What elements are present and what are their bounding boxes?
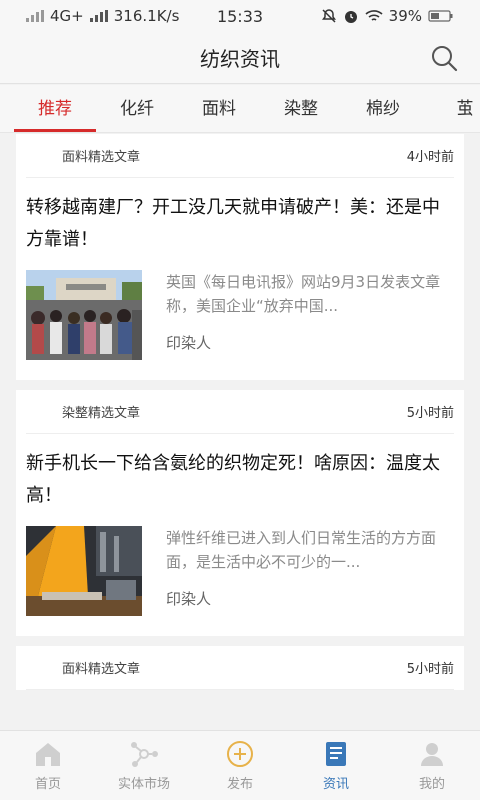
mute-icon <box>321 9 336 23</box>
bottom-nav: 首页 实体市场 发布 资讯 我的 <box>0 730 480 800</box>
battery-icon <box>428 10 453 22</box>
market-icon <box>131 742 158 767</box>
tab-dyeing[interactable]: 染整 <box>260 85 342 132</box>
article-card[interactable]: 染整精选文章 5小时前 新手机长一下给含氨纶的织物定死！啥原因：温度太高！ 弹性… <box>16 390 464 636</box>
app-header: 纺织资讯 <box>0 32 480 84</box>
article-meta: 染整精选文章 5小时前 <box>26 390 454 434</box>
article-source: 印染人 <box>166 590 212 608</box>
article-time: 5小时前 <box>406 662 454 677</box>
article-thumbnail[interactable] <box>26 270 142 360</box>
article-category: 面料精选文章 <box>62 662 141 677</box>
nav-market[interactable]: 实体市场 <box>96 731 192 800</box>
publish-icon <box>227 741 253 767</box>
nav-home-label: 首页 <box>34 777 61 792</box>
news-icon <box>326 742 346 766</box>
tab-cocoon[interactable]: 茧 <box>424 85 480 132</box>
tab-fabric[interactable]: 面料 <box>178 85 260 132</box>
article-summary: 英国《每日电讯报》网站9月3日发表文章称，美国企业“放弃中国... <box>166 273 441 315</box>
article-source: 印染人 <box>166 334 212 352</box>
search-icon[interactable] <box>430 44 458 72</box>
profile-icon <box>421 743 443 766</box>
article-category: 染整精选文章 <box>62 406 141 421</box>
article-meta: 面料精选文章 5小时前 <box>26 646 454 690</box>
nav-profile-label: 我的 <box>418 777 445 792</box>
wifi-icon <box>365 10 383 21</box>
page-title: 纺织资讯 <box>200 47 280 71</box>
article-text: 弹性纤维已进入到人们日常生活的方方面面，是生活中必不可少的一... 印染人 <box>166 526 454 616</box>
alarm-icon <box>344 11 357 23</box>
battery-percent: 39% <box>388 7 422 25</box>
category-tabs: 推荐 化纤 面料 染整 棉纱 茧 <box>0 85 480 133</box>
status-left: 4G+ 316.1K/s <box>26 7 179 25</box>
tab-recommend[interactable]: 推荐 <box>14 85 96 132</box>
article-thumbnail[interactable] <box>26 526 142 616</box>
article-time: 5小时前 <box>406 406 454 421</box>
article-body: 弹性纤维已进入到人们日常生活的方方面面，是生活中必不可少的一... 印染人 <box>26 520 454 636</box>
article-body: 英国《每日电讯报》网站9月3日发表文章称，美国企业“放弃中国... 印染人 <box>26 264 454 380</box>
status-right: 39% <box>321 7 454 25</box>
article-card[interactable]: 面料精选文章 5小时前 <box>16 646 464 690</box>
network-type: 4G+ <box>50 7 84 25</box>
nav-publish-label: 发布 <box>226 777 253 792</box>
status-time: 15:33 <box>216 6 264 26</box>
nav-home[interactable]: 首页 <box>0 731 96 800</box>
article-meta: 面料精选文章 4小时前 <box>26 134 454 178</box>
article-headline[interactable]: 新手机长一下给含氨纶的织物定死！啥原因：温度太高！ <box>26 434 454 520</box>
article-text: 英国《每日电讯报》网站9月3日发表文章称，美国企业“放弃中国... 印染人 <box>166 270 454 360</box>
status-bar: 4G+ 316.1K/s 15:33 39% <box>0 0 480 32</box>
tab-cotton-yarn[interactable]: 棉纱 <box>342 85 424 132</box>
network-speed: 316.1K/s <box>113 7 180 25</box>
nav-market-label: 实体市场 <box>117 777 170 792</box>
nav-publish[interactable]: 发布 <box>192 731 288 800</box>
article-category: 面料精选文章 <box>62 150 141 165</box>
home-icon <box>36 743 60 766</box>
tab-chemical-fiber[interactable]: 化纤 <box>96 85 178 132</box>
article-feed: 面料精选文章 4小时前 转移越南建厂？开工没几天就申请破产！美：还是中方靠谱！ <box>16 134 464 730</box>
signal-icon-2 <box>89 10 108 22</box>
article-summary: 弹性纤维已进入到人们日常生活的方方面面，是生活中必不可少的一... <box>166 529 437 571</box>
article-headline[interactable]: 转移越南建厂？开工没几天就申请破产！美：还是中方靠谱！ <box>26 178 454 264</box>
article-card[interactable]: 面料精选文章 4小时前 转移越南建厂？开工没几天就申请破产！美：还是中方靠谱！ <box>16 134 464 380</box>
nav-news-label: 资讯 <box>322 777 349 792</box>
signal-icon-1 <box>26 10 44 22</box>
nav-news[interactable]: 资讯 <box>288 731 384 800</box>
nav-profile[interactable]: 我的 <box>384 731 480 800</box>
article-time: 4小时前 <box>406 150 454 165</box>
